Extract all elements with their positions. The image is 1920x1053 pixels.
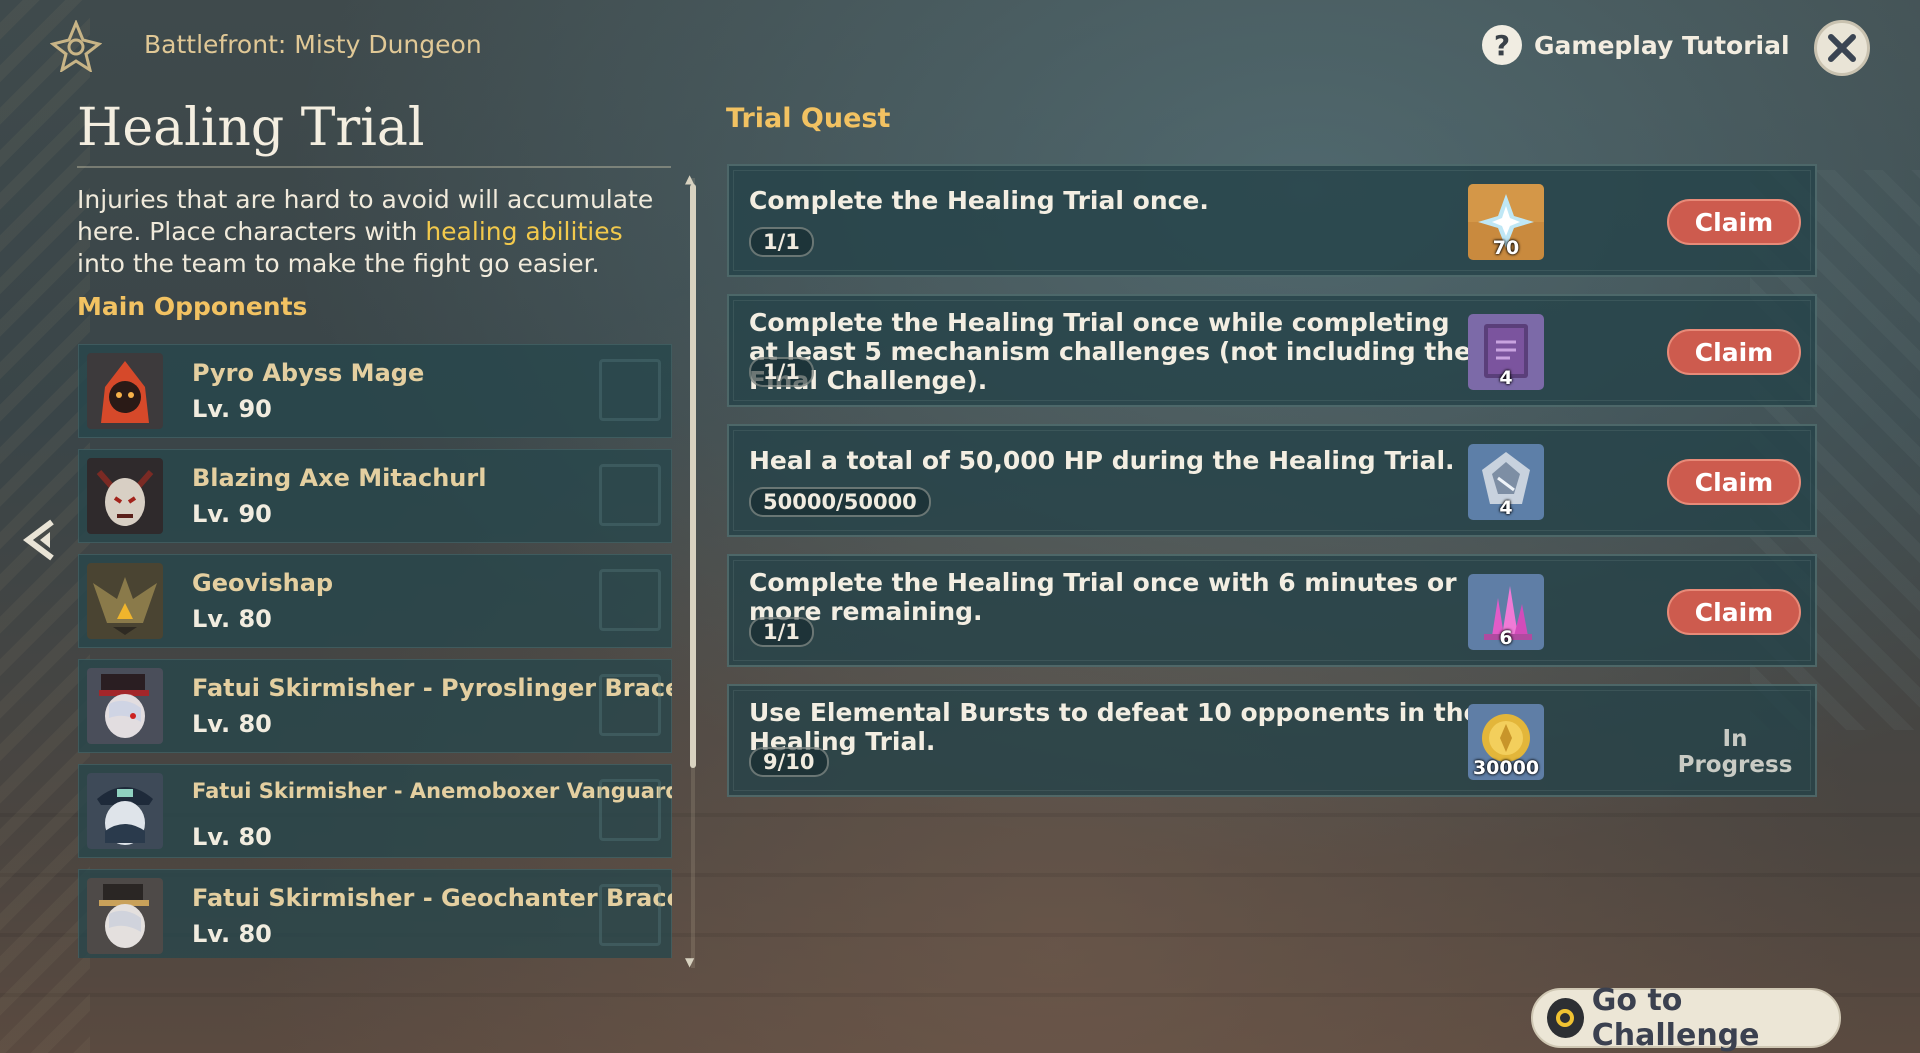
opponent-row[interactable]: Fatui Skirmisher - Anemoboxer Vanguard L… (78, 764, 672, 858)
opponent-row[interactable]: Geovishap Lv. 80 (78, 554, 672, 648)
opponent-row[interactable]: Fatui Skirmisher - Pyroslinger Bracer Lv… (78, 659, 672, 753)
question-icon: ? (1482, 25, 1522, 65)
mora-icon[interactable]: 30000 (1468, 704, 1544, 780)
gameplay-tutorial-button[interactable]: ? Gameplay Tutorial (1482, 25, 1790, 65)
opponent-level: Lv. 90 (192, 500, 272, 528)
quest-description: Use Elemental Bursts to defeat 10 oppone… (749, 698, 1481, 756)
controller-button-icon (1547, 998, 1584, 1038)
description-text-2: into the team to make the fight go easie… (77, 249, 600, 278)
primogem-icon[interactable]: 70 (1468, 184, 1544, 260)
claim-button[interactable]: Claim (1667, 329, 1801, 375)
quest-row: Complete the Healing Trial once. 1/1 70 … (727, 164, 1817, 277)
scroll-up-icon: ▲ (685, 172, 695, 186)
fatui-pyroslinger-portrait (87, 668, 163, 744)
claim-button[interactable]: Claim (1667, 199, 1801, 245)
opponent-level: Lv. 80 (192, 710, 272, 738)
quest-progress: 1/1 (749, 357, 814, 387)
opponent-level: Lv. 80 (192, 920, 272, 948)
event-title: Battlefront: Misty Dungeon (144, 30, 482, 59)
quest-description: Complete the Healing Trial once with 6 m… (749, 568, 1457, 626)
scroll-down-icon: ▼ (685, 955, 695, 969)
opponent-level: Lv. 80 (192, 823, 272, 851)
opponent-row[interactable]: Fatui Skirmisher - Geochanter Bracer Lv.… (78, 869, 672, 958)
opponent-row[interactable]: Blazing Axe Mitachurl Lv. 90 (78, 449, 672, 543)
quest-progress: 9/10 (749, 747, 829, 777)
quest-row: Heal a total of 50,000 HP during the Hea… (727, 424, 1817, 537)
opponent-name: Geovishap (192, 569, 334, 597)
quest-row: Complete the Healing Trial once while co… (727, 294, 1817, 407)
gameplay-tutorial-label: Gameplay Tutorial (1534, 30, 1790, 60)
main-opponents-heading: Main Opponents (77, 292, 308, 321)
quest-progress: 1/1 (749, 227, 814, 257)
trial-quest-heading: Trial Quest (726, 103, 891, 134)
opponent-level: Lv. 90 (192, 395, 272, 423)
opponents-scrollbar-thumb[interactable] (690, 184, 696, 768)
reward-count: 4 (1499, 497, 1513, 519)
claim-button[interactable]: Claim (1667, 589, 1801, 635)
go-to-challenge-button[interactable]: Go to Challenge (1531, 983, 1841, 1053)
event-emblem-icon (49, 19, 103, 74)
fatui-anemoboxer-portrait (87, 773, 163, 849)
opponent-name: Fatui Skirmisher - Anemoboxer Vanguard (192, 779, 672, 803)
quest-description: Complete the Healing Trial once while co… (749, 308, 1472, 395)
page-title: Healing Trial (77, 98, 425, 158)
quest-progress: 1/1 (749, 617, 814, 647)
close-icon (1828, 34, 1856, 62)
quest-row: Use Elemental Bursts to defeat 10 oppone… (727, 684, 1817, 797)
opponent-name: Pyro Abyss Mage (192, 359, 425, 387)
opponents-list[interactable]: Pyro Abyss Mage Lv. 90 Blazing Axe Mitac… (78, 344, 672, 958)
reward-count: 70 (1492, 237, 1520, 259)
geovishap-portrait (87, 563, 163, 639)
opponent-name: Fatui Skirmisher - Pyroslinger Bracer (192, 674, 672, 702)
quest-description: Heal a total of 50,000 HP during the Hea… (749, 446, 1455, 475)
quest-progress: 50000/50000 (749, 487, 931, 517)
reward-count: 30000 (1472, 757, 1540, 779)
pyro-abyss-mage-portrait (87, 353, 163, 429)
title-divider (77, 166, 671, 168)
blazing-axe-mitachurl-portrait (87, 458, 163, 534)
reward-count: 6 (1499, 627, 1513, 649)
fatui-geochanter-portrait (87, 878, 163, 954)
mystic-enhancement-ore-icon[interactable]: 4 (1468, 444, 1544, 520)
opponent-level: Lv. 80 (192, 605, 272, 633)
quest-row: Complete the Healing Trial once with 6 m… (727, 554, 1817, 667)
description-highlight: healing abilities (425, 217, 623, 246)
quest-description: Complete the Healing Trial once. (749, 186, 1209, 215)
in-progress-status: In Progress (1677, 726, 1793, 778)
previous-page-arrow-icon[interactable] (22, 518, 58, 562)
heros-wit-book-icon[interactable]: 4 (1468, 314, 1544, 390)
go-to-challenge-label: Go to Challenge (1591, 983, 1760, 1053)
opponent-row[interactable]: Pyro Abyss Mage Lv. 90 (78, 344, 672, 438)
claim-button[interactable]: Claim (1667, 459, 1801, 505)
opponent-name: Fatui Skirmisher - Geochanter Bracer (192, 884, 672, 912)
reward-count: 4 (1499, 367, 1513, 389)
crystal-chunk-icon[interactable]: 6 (1468, 574, 1544, 650)
close-button[interactable] (1814, 20, 1870, 76)
opponent-name: Blazing Axe Mitachurl (192, 464, 487, 492)
trial-description: Injuries that are hard to avoid will acc… (77, 184, 667, 280)
